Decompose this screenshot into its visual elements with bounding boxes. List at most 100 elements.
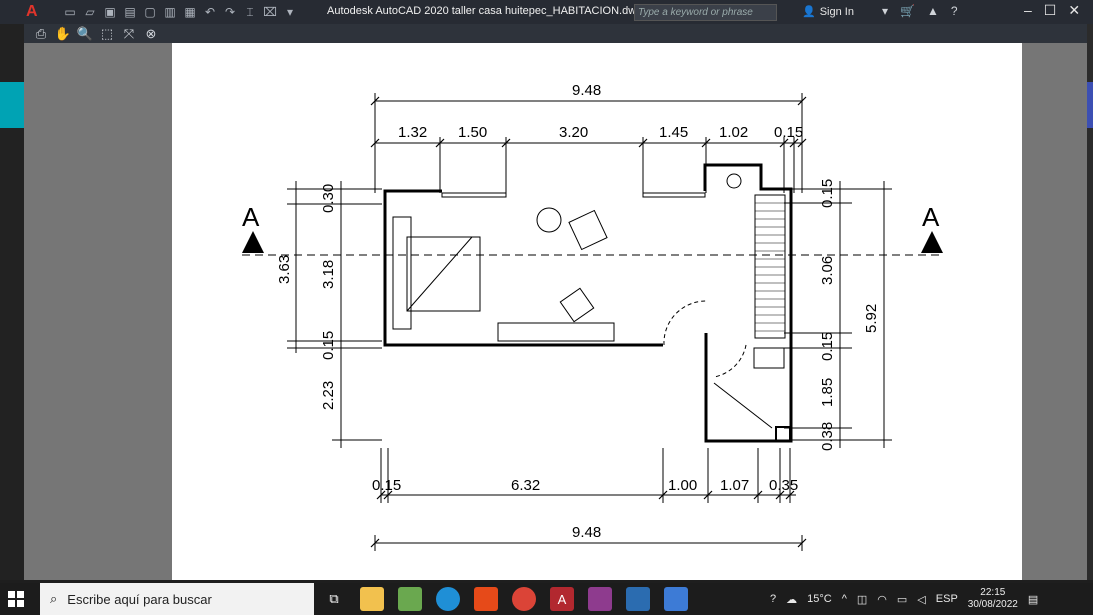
cart-icon[interactable]: 🛒 xyxy=(900,4,915,18)
background-window-accent xyxy=(0,82,24,128)
nightstand xyxy=(392,216,412,330)
desk xyxy=(497,322,615,342)
dim-left-3: 0.15 xyxy=(320,331,337,360)
plot-icon[interactable]: ▦ xyxy=(182,4,198,20)
autocad-logo-icon[interactable]: A xyxy=(26,3,48,21)
dim-left-1: 0.30 xyxy=(320,184,337,213)
dim-top-6: 0.15 xyxy=(774,124,803,141)
file-explorer-icon[interactable] xyxy=(360,587,384,611)
dim-right-4: 1.85 xyxy=(819,378,836,407)
preview-toolbar: ⎙ ✋ 🔍 ⬚ ⤧ ⊗ xyxy=(24,24,1087,43)
undo-icon[interactable]: ↶ xyxy=(202,4,218,20)
quick-access-toolbar: ▭ ▱ ▣ ▤ ▢ ▥ ▦ ↶ ↷ ⌶ ⌧ ▾ xyxy=(62,4,298,20)
window-title: Autodesk AutoCAD 2020 taller casa huitep… xyxy=(327,5,643,17)
dim-top-1: 1.32 xyxy=(398,124,427,141)
chevron-up-icon[interactable]: ^ xyxy=(842,593,847,605)
print-icon[interactable]: ⎙ xyxy=(33,26,49,42)
wall-bedroom xyxy=(383,189,663,347)
maximize-icon[interactable]: ☐ xyxy=(1044,2,1057,19)
floor-plan-drawing: A A 9.48 1.32 1.50 3.20 1.45 1.02 0.15 0… xyxy=(242,82,944,551)
dim-left-overall: 3.63 xyxy=(276,255,293,284)
dim-top-overall: 9.48 xyxy=(572,82,601,99)
closet xyxy=(754,194,786,339)
title-bar: A ▭ ▱ ▣ ▤ ▢ ▥ ▦ ↶ ↷ ⌶ ⌧ ▾ Autodesk AutoC… xyxy=(0,0,1093,24)
background-window-accent-right xyxy=(1087,82,1093,128)
closet-hatch xyxy=(755,202,785,332)
office-icon[interactable] xyxy=(474,587,498,611)
search-icon: ⌕ xyxy=(50,591,58,606)
save-web-icon[interactable]: ▥ xyxy=(162,4,178,20)
dim-right-overall: 5.92 xyxy=(863,304,880,333)
network-icon[interactable]: ◫ xyxy=(857,593,867,606)
open-icon[interactable]: ▱ xyxy=(82,4,98,20)
close-preview-icon[interactable]: ⊗ xyxy=(143,26,159,42)
chrome-icon[interactable] xyxy=(512,587,536,611)
help-tray-icon[interactable]: ? xyxy=(770,593,776,605)
temperature-label[interactable]: 15°C xyxy=(807,593,832,605)
app-icon[interactable] xyxy=(626,587,650,611)
dim-right-3: 0.15 xyxy=(819,332,836,361)
clock-time: 22:15 xyxy=(980,587,1006,598)
notification-icon[interactable]: ▤ xyxy=(1028,593,1038,606)
close-icon[interactable]: ✕ xyxy=(1068,2,1080,19)
round-table xyxy=(536,207,562,233)
section-arrow-left xyxy=(242,231,264,253)
zoom-window-icon[interactable]: ⬚ xyxy=(99,26,115,42)
language-label[interactable]: ESP xyxy=(936,593,958,605)
dim-right-5: 0.38 xyxy=(819,422,836,451)
section-mark-left: A xyxy=(242,202,260,232)
zoom-icon[interactable]: 🔍 xyxy=(77,26,93,42)
dim-top-3: 3.20 xyxy=(559,124,588,141)
minimize-icon[interactable]: – xyxy=(1024,2,1032,19)
taskbar-search-box[interactable]: ⌕ Escribe aquí para buscar xyxy=(40,583,314,615)
redo-icon[interactable]: ↷ xyxy=(222,4,238,20)
chevron-down-icon[interactable]: ▾ xyxy=(882,4,888,18)
photos-icon[interactable] xyxy=(664,587,688,611)
armchair xyxy=(568,209,608,251)
clock-date: 30/08/2022 xyxy=(967,599,1018,610)
section-arrow-right xyxy=(921,231,943,253)
title-icons: ▾ 🛒 ▲ ? xyxy=(882,4,958,18)
windows-taskbar: ⌕ Escribe aquí para buscar ⧉ A ? ☁ 15°C … xyxy=(0,583,1093,615)
battery-icon[interactable]: ▭ xyxy=(897,593,907,606)
wifi-icon[interactable]: ◠ xyxy=(877,593,887,606)
edge-icon[interactable] xyxy=(436,587,460,611)
dim-bottom-overall: 9.48 xyxy=(572,524,601,541)
customize-qat-icon[interactable]: ▾ xyxy=(282,4,298,20)
windows-start-icon[interactable] xyxy=(8,591,24,607)
zoom-original-icon[interactable]: ⤧ xyxy=(121,26,137,42)
dim-right-1: 0.15 xyxy=(819,179,836,208)
task-view-icon[interactable]: ⧉ xyxy=(322,587,346,611)
taskbar-apps: ⧉ A xyxy=(322,587,688,611)
dim-left-2: 3.18 xyxy=(320,260,337,289)
weather-icon[interactable]: ☁ xyxy=(786,593,797,606)
section-mark-right: A xyxy=(922,202,940,232)
wall-bathroom xyxy=(703,163,793,443)
drain xyxy=(726,173,742,189)
dim-bottom-2: 6.32 xyxy=(511,477,540,494)
share-icon[interactable]: ⌧ xyxy=(262,4,278,20)
a360-icon[interactable]: ▲ xyxy=(927,4,939,18)
pan-icon[interactable]: ✋ xyxy=(55,26,71,42)
match-properties-icon[interactable]: ⌶ xyxy=(242,4,258,20)
window-2 xyxy=(642,192,706,198)
bed xyxy=(406,236,481,312)
column xyxy=(775,426,791,442)
winrar-icon[interactable] xyxy=(588,587,612,611)
keyword-search-input[interactable]: Type a keyword or phrase xyxy=(634,4,777,21)
save-as-icon[interactable]: ▤ xyxy=(122,4,138,20)
clock[interactable]: 22:15 30/08/2022 xyxy=(968,587,1018,611)
sign-in-button[interactable]: 👤 Sign In xyxy=(802,5,854,19)
door-swing-bath xyxy=(713,344,747,378)
volume-icon[interactable]: ◁ xyxy=(917,593,925,606)
save-icon[interactable]: ▣ xyxy=(102,4,118,20)
autocad-taskbar-icon[interactable]: A xyxy=(550,587,574,611)
help-icon[interactable]: ? xyxy=(951,4,958,18)
background-window-strip xyxy=(0,24,24,580)
new-icon[interactable]: ▭ xyxy=(62,4,78,20)
open-web-icon[interactable]: ▢ xyxy=(142,4,158,20)
background-window-strip-right xyxy=(1087,24,1093,580)
door-swing xyxy=(663,300,707,346)
minecraft-icon[interactable] xyxy=(398,587,422,611)
dim-bottom-5: 0.35 xyxy=(769,477,798,494)
